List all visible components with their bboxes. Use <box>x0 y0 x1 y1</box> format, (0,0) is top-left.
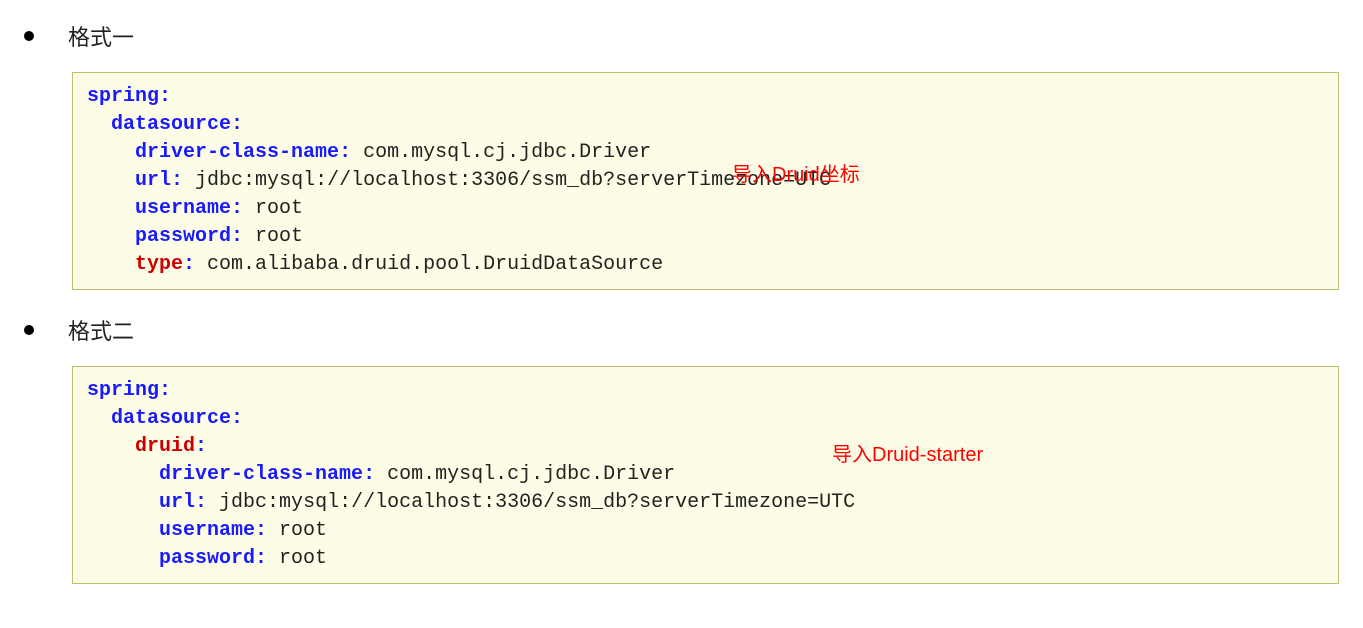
code-key: password <box>135 225 231 248</box>
code-colon: : <box>195 491 207 514</box>
code-key-highlight: druid <box>135 435 195 458</box>
code-colon: : <box>339 141 351 164</box>
code-indent <box>87 463 159 486</box>
code-value: root <box>243 197 303 220</box>
code-value: root <box>267 547 327 570</box>
code-indent <box>87 141 135 164</box>
code-indent <box>87 169 135 192</box>
code-indent <box>87 519 159 542</box>
code-colon: : <box>195 435 207 458</box>
code-key: username <box>159 519 255 542</box>
code-key: url <box>135 169 171 192</box>
code-value: com.alibaba.druid.pool.DruidDataSource <box>195 253 663 276</box>
code-colon: : <box>183 253 195 276</box>
heading-2: 格式二 <box>68 314 134 346</box>
code-value: com.mysql.cj.jdbc.Driver <box>351 141 651 164</box>
code-wrapper-1: spring: datasource: driver-class-name: c… <box>72 72 1339 290</box>
code-value: root <box>267 519 327 542</box>
code-colon: : <box>231 225 243 248</box>
code-value: root <box>243 225 303 248</box>
code-colon: : <box>231 197 243 220</box>
code-key: password <box>159 547 255 570</box>
code-key: url <box>159 491 195 514</box>
bullet-icon <box>24 325 34 335</box>
code-key: spring <box>87 85 159 108</box>
code-key: datasource <box>111 113 231 136</box>
code-indent <box>87 407 111 430</box>
heading-row-2: 格式二 <box>24 314 1339 346</box>
code-colon: : <box>159 85 171 108</box>
code-colon: : <box>159 379 171 402</box>
code-key: datasource <box>111 407 231 430</box>
code-colon: : <box>255 547 267 570</box>
code-colon: : <box>231 113 243 136</box>
annotation-2: 导入Druid-starter <box>832 438 983 467</box>
code-value: com.mysql.cj.jdbc.Driver <box>375 463 675 486</box>
code-key-highlight: type <box>135 253 183 276</box>
code-indent <box>87 547 159 570</box>
code-key: driver-class-name <box>135 141 339 164</box>
code-key: spring <box>87 379 159 402</box>
code-value: jdbc:mysql://localhost:3306/ssm_db?serve… <box>207 491 855 514</box>
code-colon: : <box>363 463 375 486</box>
code-colon: : <box>171 169 183 192</box>
annotation-1: 导入Druid坐标 <box>732 158 860 187</box>
code-colon: : <box>255 519 267 542</box>
code-indent <box>87 113 111 136</box>
code-block-2: spring: datasource: druid: driver-class-… <box>72 366 1339 584</box>
heading-1: 格式一 <box>68 20 134 52</box>
code-key: username <box>135 197 231 220</box>
code-block-1: spring: datasource: driver-class-name: c… <box>72 72 1339 290</box>
section-format-1: 格式一 spring: datasource: driver-class-nam… <box>24 20 1339 290</box>
heading-row-1: 格式一 <box>24 20 1339 52</box>
code-key: driver-class-name <box>159 463 363 486</box>
code-indent <box>87 491 159 514</box>
section-format-2: 格式二 spring: datasource: druid: driver-cl… <box>24 314 1339 584</box>
code-wrapper-2: spring: datasource: druid: driver-class-… <box>72 366 1339 584</box>
code-indent <box>87 225 135 248</box>
bullet-icon <box>24 31 34 41</box>
code-colon: : <box>231 407 243 430</box>
code-indent <box>87 253 135 276</box>
code-indent <box>87 435 135 458</box>
code-indent <box>87 197 135 220</box>
